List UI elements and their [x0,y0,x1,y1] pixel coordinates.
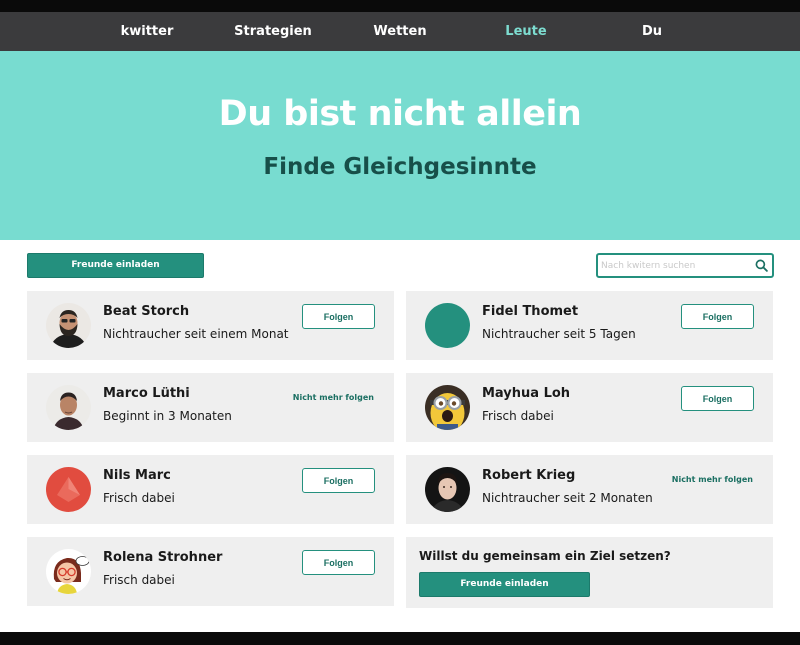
nav-item-strategien[interactable]: Strategien [234,12,312,51]
main-nav: kwitter Strategien Wetten Leute Du [0,12,800,51]
person-status: Nichtraucher seit 5 Tagen [482,327,636,341]
unfollow-button[interactable]: Nicht mehr folgen [293,393,374,402]
follow-button[interactable]: Folgen [302,550,375,575]
person-card: Mayhua Loh Frisch dabei Folgen [406,373,773,442]
person-card: Rolena Strohner Frisch dabei Folgen [27,537,394,606]
search-input[interactable] [601,257,751,274]
avatar[interactable] [46,303,91,348]
person-name[interactable]: Mayhua Loh [482,386,570,401]
person-name[interactable]: Rolena Strohner [103,550,222,565]
nav-item-leute[interactable]: Leute [505,12,546,51]
person-name[interactable]: Robert Krieg [482,468,575,483]
follow-button[interactable]: Folgen [302,304,375,329]
teal-circle [425,303,470,348]
search-icon[interactable] [755,259,768,272]
unfollow-button[interactable]: Nicht mehr folgen [672,475,753,484]
window-bottom-border [0,632,800,645]
person-name[interactable]: Beat Storch [103,304,189,319]
person-card: Fidel Thomet Nichtraucher seit 5 Tagen F… [406,291,773,360]
person-status: Frisch dabei [103,491,175,505]
invite-friends-button[interactable]: Freunde einladen [27,253,204,278]
person-name[interactable]: Fidel Thomet [482,304,578,319]
young-man-photo [425,467,470,512]
follow-button[interactable]: Folgen [681,304,754,329]
set-goal-card: Willst du gemeinsam ein Ziel setzen? Fre… [406,537,773,608]
person-name[interactable]: Nils Marc [103,468,171,483]
red-logo-circle [46,467,91,512]
follow-button[interactable]: Folgen [302,468,375,493]
person-status: Nichtraucher seit einem Monat [103,327,289,341]
search-box [596,253,774,278]
person-name[interactable]: Marco Lüthi [103,386,190,401]
person-status: Frisch dabei [482,409,554,423]
hero-banner: Du bist nicht allein Finde Gleichgesinnt… [0,51,800,240]
follow-button[interactable]: Folgen [681,386,754,411]
nav-item-wetten[interactable]: Wetten [373,12,426,51]
person-card: Marco Lüthi Beginnt in 3 Monaten Nicht m… [27,373,394,442]
cartoon-woman [46,549,91,594]
avatar[interactable] [425,385,470,430]
person-card: Robert Krieg Nichtraucher seit 2 Monaten… [406,455,773,524]
person-status: Frisch dabei [103,573,175,587]
hero-subtitle: Finde Gleichgesinnte [263,154,537,180]
nav-item-du[interactable]: Du [642,12,662,51]
person-card: Beat Storch Nichtraucher seit einem Mona… [27,291,394,360]
hero-title: Du bist nicht allein [218,94,582,134]
beard-man-photo [46,303,91,348]
person-status: Nichtraucher seit 2 Monaten [482,491,653,505]
avatar[interactable] [46,385,91,430]
nav-item-kwitter[interactable]: kwitter [121,12,174,51]
man-photo [46,385,91,430]
avatar[interactable] [46,549,91,594]
window-top-border [0,0,800,12]
invite-friends-button-secondary[interactable]: Freunde einladen [419,572,590,597]
person-status: Beginnt in 3 Monaten [103,409,232,423]
avatar[interactable] [46,467,91,512]
avatar[interactable] [425,467,470,512]
set-goal-title: Willst du gemeinsam ein Ziel setzen? [419,549,671,563]
avatar[interactable] [425,303,470,348]
minion-photo [425,385,470,430]
person-card: Nils Marc Frisch dabei Folgen [27,455,394,524]
